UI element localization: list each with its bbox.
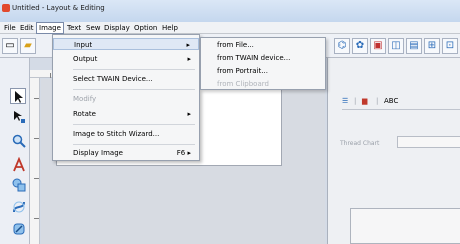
arrow-cursor-icon bbox=[15, 91, 23, 103]
submenu-arrow-icon: ▸ bbox=[187, 110, 191, 118]
tool-button-6[interactable]: ⊞ bbox=[424, 38, 440, 54]
menu-item-select-twain-label: Select TWAIN Device... bbox=[73, 75, 153, 83]
tool-7-icon: ⊡ bbox=[445, 40, 455, 51]
vertical-ruler bbox=[30, 78, 40, 244]
stitch-tool[interactable] bbox=[10, 198, 26, 214]
new-file-icon: ▭ bbox=[5, 40, 15, 51]
window-title: Untitled - Layout & Editing bbox=[12, 4, 105, 12]
title-bar: Untitled - Layout & Editing bbox=[0, 0, 460, 22]
thread-chart-label: Thread Chart bbox=[340, 140, 380, 147]
tool-button-7[interactable]: ⊡ bbox=[442, 38, 458, 54]
menu-item-output-label: Output bbox=[73, 55, 98, 63]
menu-help[interactable]: Help bbox=[160, 23, 180, 33]
input-submenu: from File... from TWAIN device... from P… bbox=[200, 37, 326, 90]
menu-separator bbox=[73, 124, 195, 125]
menu-item-image-to-stitch-label: Image to Stitch Wizard... bbox=[73, 130, 160, 138]
shape-icon bbox=[12, 178, 26, 192]
folder-icon: ▰ bbox=[24, 40, 32, 51]
menu-item-display-image[interactable]: Display Image F6 ▸ bbox=[53, 147, 199, 159]
submenu-item-from-clipboard: from Clipboard bbox=[217, 80, 269, 88]
open-button[interactable]: ▰ bbox=[20, 38, 36, 54]
sewing-attributes-panel: ☰ | ▆ | ABC Thread Chart bbox=[327, 58, 460, 244]
submenu-item-from-file[interactable]: from File... bbox=[201, 39, 325, 51]
brush-tool[interactable] bbox=[10, 220, 26, 236]
tool-4-icon: ◫ bbox=[391, 40, 401, 51]
menu-item-rotate-label: Rotate bbox=[73, 110, 96, 118]
menu-item-input[interactable]: Input ▸ bbox=[53, 38, 199, 50]
tool-button-4[interactable]: ◫ bbox=[388, 38, 404, 54]
menu-item-modify-label: Modify bbox=[73, 95, 97, 103]
point-select-icon bbox=[14, 111, 25, 123]
tool-1-icon: ⌬ bbox=[337, 40, 347, 51]
display-image-shortcut: F6 ▸ bbox=[176, 149, 191, 157]
menu-item-display-image-label: Display Image bbox=[73, 149, 123, 157]
menu-item-rotate[interactable]: Rotate ▸ bbox=[53, 108, 199, 120]
tab-divider-icon-2: | bbox=[376, 97, 379, 105]
menu-separator bbox=[73, 144, 195, 145]
menu-item-input-label: Input bbox=[74, 41, 93, 49]
thread-chart-select[interactable] bbox=[397, 136, 460, 148]
shape-tool[interactable] bbox=[10, 176, 26, 192]
menu-file[interactable]: File bbox=[2, 23, 18, 33]
tool-6-icon: ⊞ bbox=[427, 40, 437, 51]
menu-display[interactable]: Display bbox=[102, 23, 132, 33]
tool-5-icon: ▤ bbox=[409, 40, 419, 51]
brush-icon bbox=[13, 223, 25, 235]
menu-image[interactable]: Image bbox=[36, 22, 64, 34]
tool-palette bbox=[0, 58, 30, 244]
tab-abc[interactable]: ABC bbox=[384, 95, 398, 107]
tab-line-icon[interactable]: ▆ bbox=[362, 95, 367, 107]
tab-divider-icon: | bbox=[354, 97, 357, 105]
menu-option[interactable]: Option bbox=[132, 23, 159, 33]
menu-separator bbox=[73, 89, 195, 90]
menu-sew[interactable]: Sew bbox=[84, 23, 102, 33]
text-a-icon bbox=[13, 157, 25, 172]
tool-button-5[interactable]: ▤ bbox=[406, 38, 422, 54]
menu-separator bbox=[73, 69, 195, 70]
menu-item-image-to-stitch[interactable]: Image to Stitch Wizard... bbox=[53, 128, 199, 140]
image-menu: Input ▸ Output ▸ Select TWAIN Device... … bbox=[52, 34, 200, 161]
tool-button-3[interactable]: ▣ bbox=[370, 38, 386, 54]
tool-button-1[interactable]: ⌬ bbox=[334, 38, 350, 54]
attribute-box bbox=[350, 208, 460, 244]
tool-2-icon: ✿ bbox=[355, 40, 365, 51]
menu-edit[interactable]: Edit bbox=[18, 23, 36, 33]
zoom-tool[interactable] bbox=[10, 132, 26, 148]
tool-button-2[interactable]: ✿ bbox=[352, 38, 368, 54]
menu-item-modify: Modify bbox=[53, 93, 199, 105]
text-tool[interactable] bbox=[10, 156, 26, 172]
attribute-tabs: ☰ | ▆ | ABC bbox=[342, 95, 452, 107]
magnifier-icon bbox=[12, 134, 26, 148]
submenu-item-from-portrait[interactable]: from Portrait... bbox=[201, 65, 325, 77]
new-button[interactable]: ▭ bbox=[2, 38, 18, 54]
app-icon bbox=[2, 4, 10, 12]
menu-bar: File Edit Image Text Sew Display Option … bbox=[0, 22, 460, 34]
submenu-item-from-twain[interactable]: from TWAIN device... bbox=[201, 52, 325, 64]
tool-3-icon: ▣ bbox=[373, 40, 383, 51]
menu-item-output[interactable]: Output ▸ bbox=[53, 53, 199, 65]
panel-divider bbox=[342, 109, 460, 110]
tab-region-icon[interactable]: ☰ bbox=[342, 95, 348, 107]
select-tool[interactable] bbox=[10, 88, 26, 104]
point-edit-tool[interactable] bbox=[10, 108, 26, 124]
submenu-arrow-icon: ▸ bbox=[186, 41, 190, 49]
stitch-icon bbox=[13, 201, 25, 213]
submenu-arrow-icon: ▸ bbox=[187, 55, 191, 63]
menu-item-select-twain[interactable]: Select TWAIN Device... bbox=[53, 73, 199, 85]
menu-text[interactable]: Text bbox=[65, 23, 83, 33]
